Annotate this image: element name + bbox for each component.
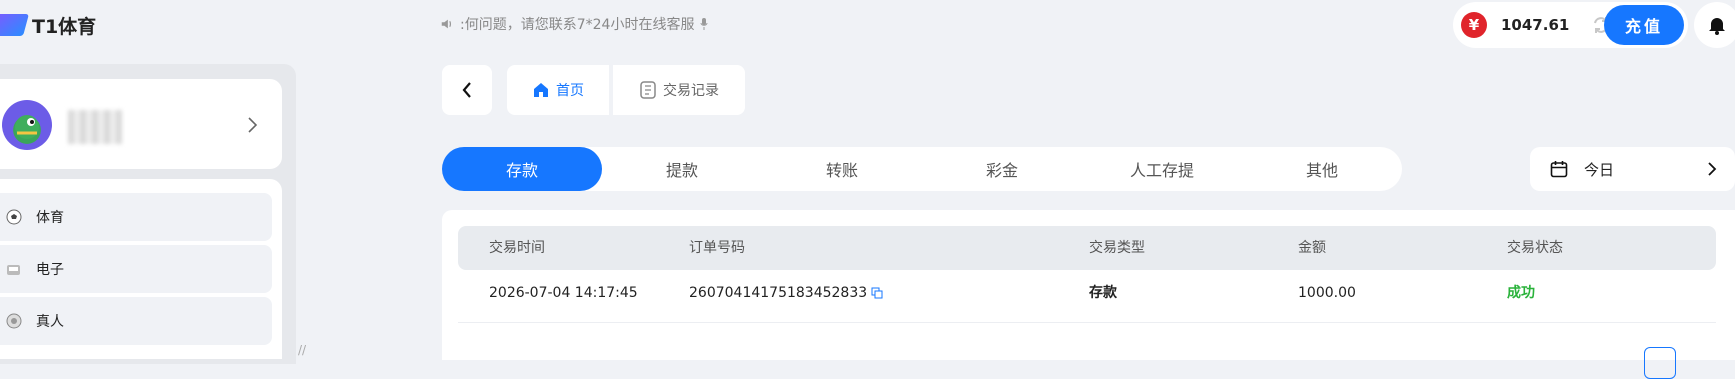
date-filter-button[interactable]: 今日 bbox=[1530, 147, 1735, 191]
back-button[interactable] bbox=[442, 65, 492, 115]
order-number: 26070414175183452833 bbox=[689, 285, 868, 301]
chevron-left-icon bbox=[462, 82, 471, 98]
sidebar-item-sports[interactable]: 体育 bbox=[0, 193, 272, 241]
notification-button[interactable] bbox=[1694, 2, 1735, 48]
tab-bonus[interactable]: 彩金 bbox=[922, 147, 1082, 191]
breadcrumb: 首页 交易记录 bbox=[507, 65, 745, 115]
dino-avatar-icon bbox=[15, 115, 39, 139]
pagination-button[interactable] bbox=[1644, 347, 1676, 379]
column-header: 交易时间 bbox=[489, 240, 545, 256]
avatar[interactable] bbox=[2, 100, 52, 150]
mic-icon bbox=[700, 18, 708, 30]
column-header: 订单号码 bbox=[689, 240, 745, 256]
wallet-widget: ¥ 1047.61 充值 bbox=[1453, 2, 1688, 48]
chevron-right-icon[interactable] bbox=[246, 114, 260, 136]
casino-chip-icon bbox=[6, 313, 22, 329]
app-title: T1体育 bbox=[32, 15, 97, 38]
home-icon bbox=[534, 83, 548, 97]
tab-withdraw[interactable]: 提款 bbox=[602, 147, 762, 191]
tab-transfer[interactable]: 转账 bbox=[762, 147, 922, 191]
sidebar-menu: 体育 电子 真人 bbox=[0, 179, 282, 359]
breadcrumb-home[interactable]: 首页 bbox=[507, 65, 613, 115]
currency-coin-icon: ¥ bbox=[1461, 12, 1487, 38]
bell-icon bbox=[1709, 18, 1725, 35]
logo-mark-icon bbox=[0, 14, 29, 36]
breadcrumb-records[interactable]: 交易记录 bbox=[613, 65, 745, 115]
username-blurred bbox=[68, 110, 122, 144]
notice-bar: :何问题，请您联系7*24小时在线客服 bbox=[440, 14, 708, 34]
notice-text: :何问题，请您联系7*24小时在线客服 bbox=[460, 17, 695, 33]
app-logo[interactable]: T1体育 bbox=[0, 10, 96, 40]
speaker-icon bbox=[441, 19, 452, 29]
transaction-type-tabs: 存款 提款 转账 彩金 人工存提 其他 bbox=[442, 147, 1402, 191]
balance-value: 1047.61 bbox=[1501, 16, 1570, 34]
tab-manual[interactable]: 人工存提 bbox=[1082, 147, 1242, 191]
date-filter-label: 今日 bbox=[1584, 160, 1615, 179]
collapse-sidebar-icon[interactable]: // bbox=[298, 343, 306, 357]
slot-machine-icon bbox=[7, 265, 20, 275]
ledger-icon bbox=[640, 81, 656, 99]
sidebar-item-live[interactable]: 真人 bbox=[0, 297, 272, 345]
cell-order: 26070414175183452833 bbox=[689, 282, 883, 304]
column-header: 交易状态 bbox=[1507, 240, 1563, 256]
sidebar-item-label: 真人 bbox=[36, 314, 64, 330]
breadcrumb-records-label: 交易记录 bbox=[663, 83, 719, 99]
sidebar-item-label: 体育 bbox=[36, 210, 64, 226]
tab-other[interactable]: 其他 bbox=[1242, 147, 1402, 191]
column-header: 交易类型 bbox=[1089, 240, 1145, 256]
cell-status: 成功 bbox=[1507, 285, 1535, 301]
calendar-icon bbox=[1550, 161, 1568, 178]
cell-amount: 1000.00 bbox=[1298, 285, 1356, 301]
cell-type: 存款 bbox=[1089, 285, 1117, 301]
breadcrumb-home-label: 首页 bbox=[556, 83, 584, 99]
column-header: 金额 bbox=[1298, 240, 1326, 256]
chevron-right-icon bbox=[1708, 162, 1717, 176]
row-divider bbox=[458, 322, 1716, 323]
cell-time: 2026-07-04 14:17:45 bbox=[489, 285, 638, 301]
copy-icon[interactable] bbox=[871, 287, 883, 299]
recharge-button[interactable]: 充值 bbox=[1604, 5, 1684, 45]
soccer-ball-icon bbox=[6, 209, 22, 225]
tab-deposit[interactable]: 存款 bbox=[442, 147, 602, 191]
sidebar-item-label: 电子 bbox=[36, 262, 64, 278]
sidebar-item-electronic[interactable]: 电子 bbox=[0, 245, 272, 293]
